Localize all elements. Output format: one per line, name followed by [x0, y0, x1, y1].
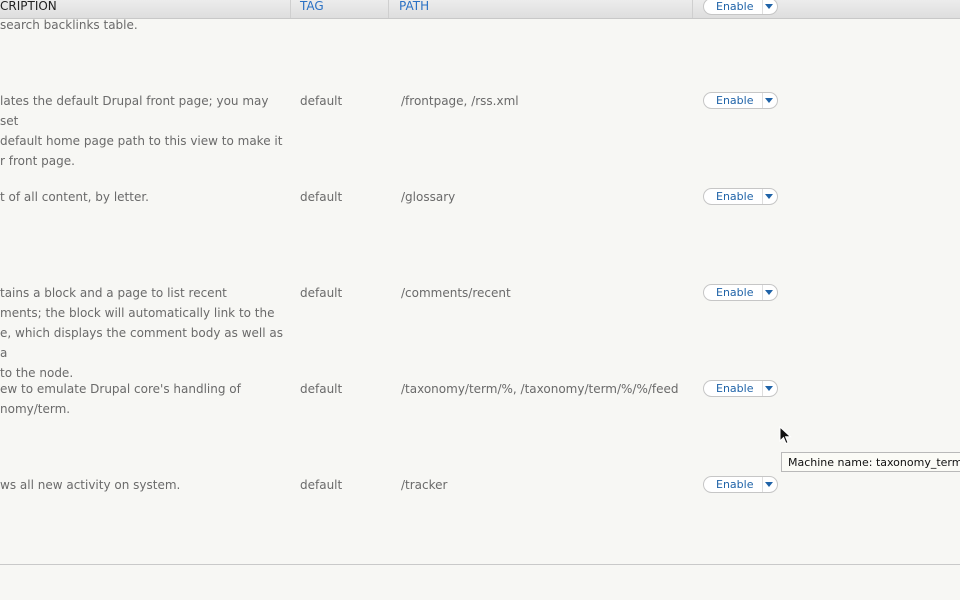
views-list-page: CRIPTION TAG PATH Enable search backlink… — [0, 0, 960, 600]
row-path: /frontpage, /rss.xml — [401, 94, 519, 108]
row-path: /glossary — [401, 190, 456, 204]
enable-button[interactable]: Enable — [716, 189, 753, 204]
row-path: /comments/recent — [401, 286, 511, 300]
enable-button[interactable]: Enable — [716, 381, 753, 396]
row-description: ws all new activity on system. — [0, 478, 181, 492]
chevron-down-icon[interactable] — [765, 386, 773, 391]
column-header-tag[interactable]: TAG — [300, 0, 324, 18]
enable-button[interactable]: Enable — [716, 477, 753, 492]
row-tag: default — [300, 94, 343, 108]
row-description: t of all content, by letter. — [0, 190, 149, 204]
dropbutton-divider — [762, 189, 763, 204]
chevron-down-icon[interactable] — [765, 194, 773, 199]
chevron-down-icon[interactable] — [765, 482, 773, 487]
dropbutton-divider — [762, 93, 763, 108]
row-path: /taxonomy/term/%, /taxonomy/term/%/%/fee… — [401, 382, 679, 396]
row-tag: default — [300, 478, 343, 492]
enable-dropbutton[interactable]: Enable — [703, 0, 778, 15]
column-header-path[interactable]: PATH — [399, 0, 429, 18]
enable-dropbutton[interactable]: Enable — [703, 92, 778, 109]
row-description: search backlinks table. — [0, 18, 138, 32]
mouse-cursor-icon — [779, 426, 792, 445]
enable-button[interactable]: Enable — [716, 93, 753, 108]
row-tag: default — [300, 286, 343, 300]
table-bottom-border — [0, 564, 960, 565]
row-path: /tracker — [401, 478, 448, 492]
row-description: ew to emulate Drupal core's handling of … — [0, 382, 241, 416]
row-tag: default — [300, 382, 343, 396]
row-description: tains a block and a page to list recent … — [0, 286, 283, 380]
column-divider — [290, 0, 291, 18]
enable-dropbutton[interactable]: Enable — [703, 476, 778, 493]
dropbutton-divider — [762, 381, 763, 396]
enable-button[interactable]: Enable — [716, 285, 753, 300]
dropbutton-divider — [762, 0, 763, 14]
enable-button[interactable]: Enable — [716, 0, 753, 14]
chevron-down-icon[interactable] — [765, 290, 773, 295]
enable-dropbutton[interactable]: Enable — [703, 188, 778, 205]
row-description: lates the default Drupal front page; you… — [0, 94, 283, 168]
enable-dropbutton[interactable]: Enable — [703, 284, 778, 301]
chevron-down-icon[interactable] — [765, 98, 773, 103]
enable-dropbutton[interactable]: Enable — [703, 380, 778, 397]
column-divider — [388, 0, 389, 18]
dropbutton-divider — [762, 285, 763, 300]
column-divider — [692, 0, 693, 18]
dropbutton-divider — [762, 477, 763, 492]
chevron-down-icon[interactable] — [765, 4, 773, 9]
row-tag: default — [300, 190, 343, 204]
machine-name-tooltip: Machine name: taxonomy_term — [781, 452, 960, 472]
